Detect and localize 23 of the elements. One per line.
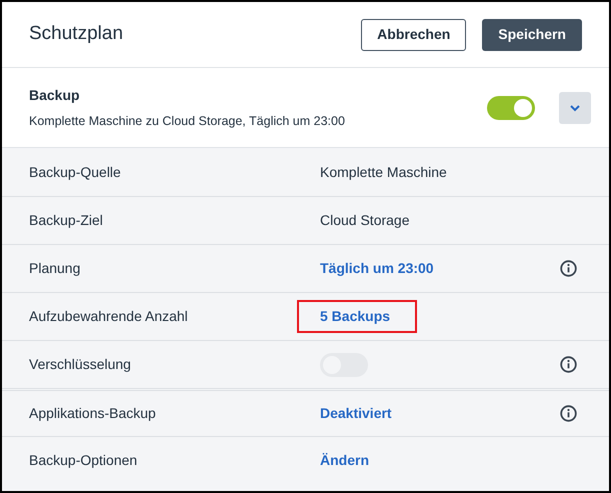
info-icon[interactable] xyxy=(560,405,577,422)
save-button[interactable]: Speichern xyxy=(482,18,582,50)
chevron-icon xyxy=(569,104,581,112)
setting-link[interactable]: 5 Backups xyxy=(297,300,418,333)
setting-label: Backup-Optionen xyxy=(29,451,138,470)
setting-link[interactable]: Deaktiviert xyxy=(320,403,392,424)
section-summary: Komplette Maschine zu Cloud Storage, Täglich um 23:00 xyxy=(29,112,346,130)
setting-label: Verschlüsselung xyxy=(29,355,132,374)
section-title: Backup xyxy=(29,86,81,105)
setting-label: Backup-Quelle xyxy=(29,162,122,182)
window-title: Schutzplan xyxy=(29,22,124,46)
cancel-button[interactable]: Abbrechen xyxy=(361,18,466,50)
setting-label: Applikations-Backup xyxy=(29,404,157,423)
toggle-switch[interactable] xyxy=(487,96,535,120)
setting-label: Backup-Ziel xyxy=(29,211,104,230)
info-icon[interactable] xyxy=(560,356,577,373)
setting-link[interactable]: Ändern xyxy=(320,450,369,471)
info-icon[interactable] xyxy=(560,260,577,277)
setting-value: Cloud Storage xyxy=(320,211,410,230)
setting-label: Planung xyxy=(29,259,82,278)
setting-value: Komplette Maschine xyxy=(320,162,447,182)
setting-link[interactable]: Täglich um 23:00 xyxy=(320,258,434,279)
setting-label: Aufzubewahrende Anzahl xyxy=(29,307,189,326)
